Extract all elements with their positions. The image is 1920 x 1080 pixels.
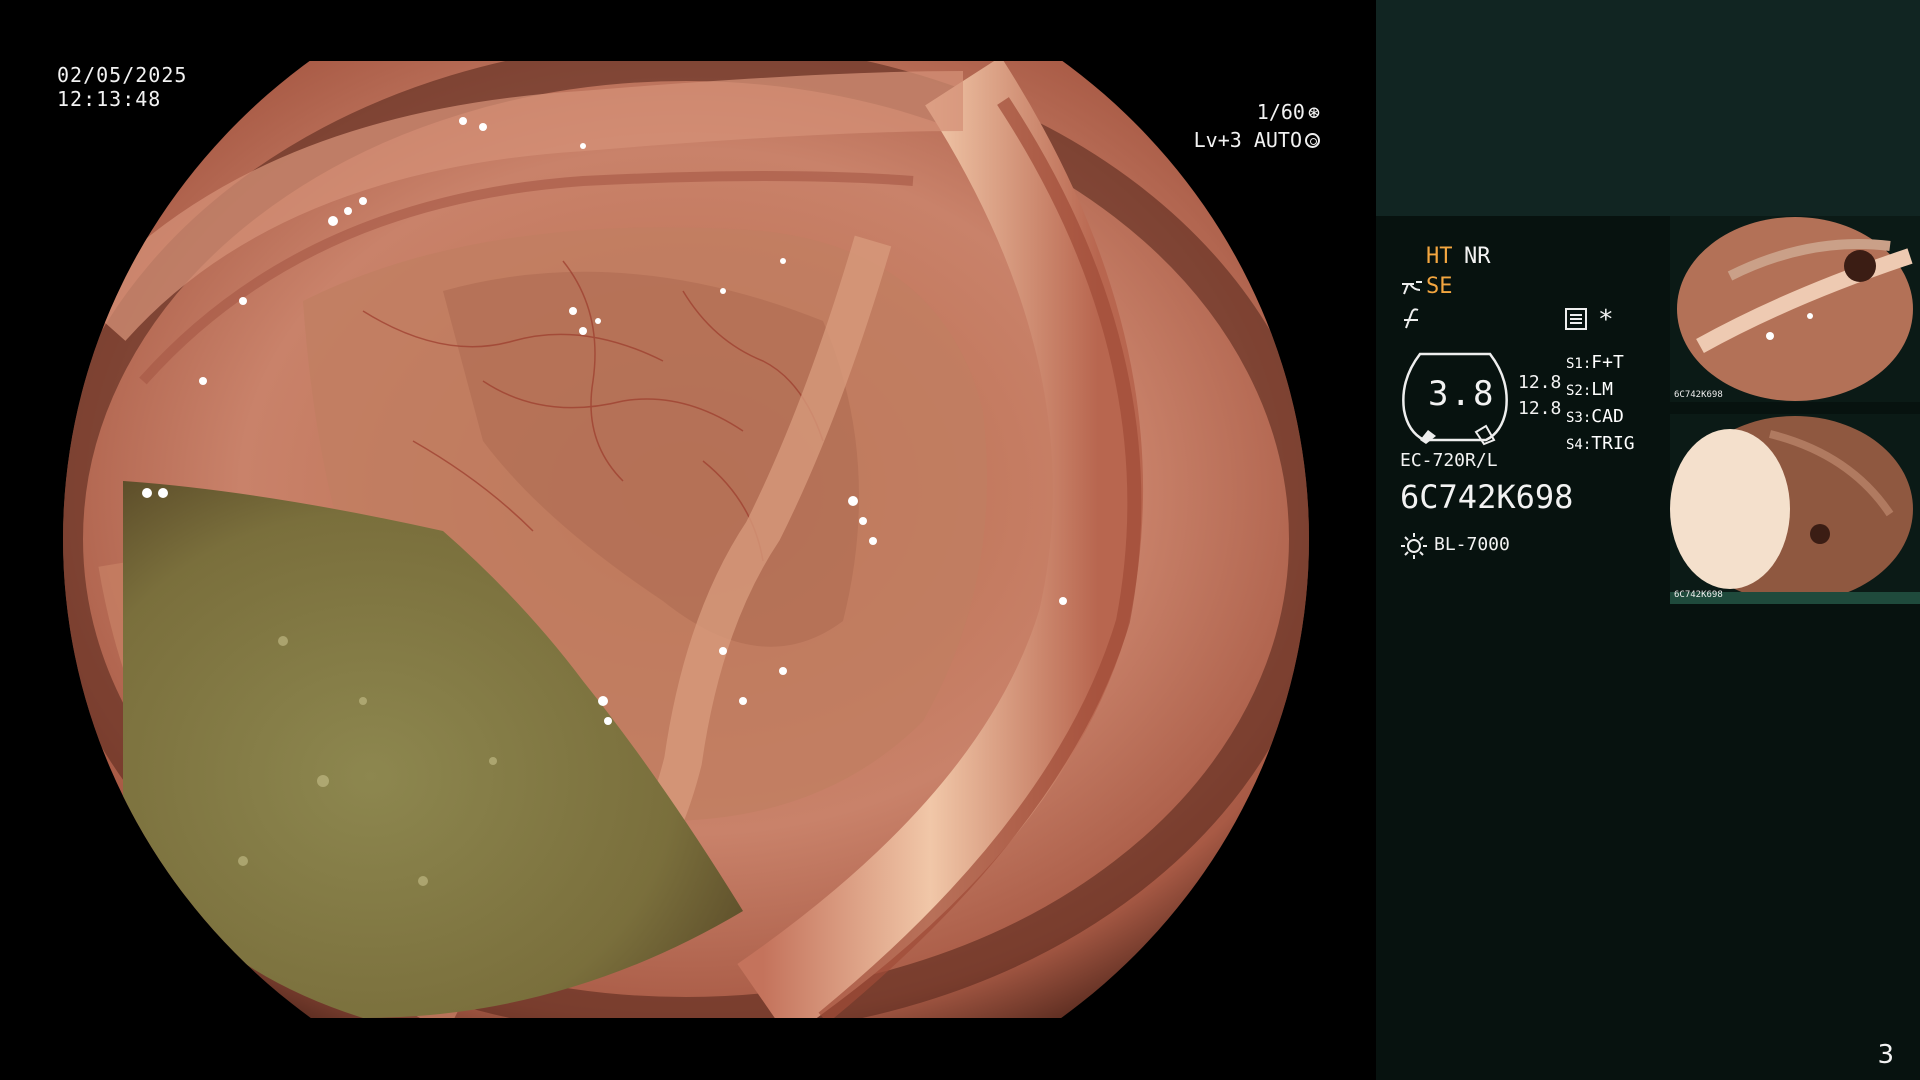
exposure-level: Lv+3 AUTO — [1193, 128, 1302, 152]
switch-item: S3:CAD — [1566, 406, 1624, 427]
mode-ht: HT — [1426, 244, 1453, 269]
switch-item: S1:F+T — [1566, 352, 1624, 373]
shutter-speed: 1/60 — [1256, 100, 1305, 124]
thumbnail-2-image — [1670, 416, 1920, 604]
scope-serial: 6C742K698 — [1400, 478, 1574, 516]
thumbnail-1-serial: 6C742K698 — [1674, 390, 1723, 400]
enhancement-icon — [1402, 281, 1422, 295]
thumbnail-1-image — [1677, 217, 1913, 401]
colon-image — [63, 61, 1309, 1018]
light-source-icon — [1401, 533, 1427, 559]
auto-iris-icon — [1305, 132, 1320, 148]
thumbnail-1[interactable]: 6C742K698 — [1670, 216, 1920, 402]
mode-nr: NR — [1464, 244, 1491, 269]
endoscope-view — [63, 61, 1309, 1018]
thumbnail-2[interactable]: 6C742K698 — [1670, 414, 1920, 604]
panel-header-area — [1376, 0, 1920, 216]
param-value-2: 12.8 — [1518, 398, 1562, 419]
exposure-overlay: 1/60 ⊛ Lv+3 AUTO — [1194, 98, 1320, 154]
param-value-1: 12.8 — [1518, 372, 1562, 393]
datetime-overlay: 02/05/2025 12:13:48 — [57, 63, 187, 111]
info-panel: HT NR SE * 3.8 12.8 12.8 S1:F+T S2:LM S3… — [1376, 0, 1920, 1080]
switch-item: S4:TRIG — [1566, 433, 1635, 454]
switch-list: S1:F+T S2:LM S3:CAD S4:TRIG — [1566, 350, 1635, 458]
mode-se: SE — [1426, 274, 1453, 299]
freeze-icon — [1404, 308, 1419, 329]
time-text: 12:13:48 — [57, 87, 162, 111]
date-text: 02/05/2025 — [57, 63, 188, 87]
zoom-value: 3.8 — [1428, 374, 1496, 414]
light-source: BL-7000 — [1434, 534, 1510, 555]
asterisk-marker: * — [1598, 305, 1614, 335]
scope-model: EC-720R/L — [1400, 450, 1498, 471]
shutter-icon: ⊛ — [1307, 100, 1320, 124]
record-icon — [1565, 308, 1587, 330]
switch-item: S2:LM — [1566, 379, 1613, 400]
thumbnail-2-serial: 6C742K698 — [1674, 590, 1723, 600]
page-number: 3 — [1877, 1040, 1894, 1070]
